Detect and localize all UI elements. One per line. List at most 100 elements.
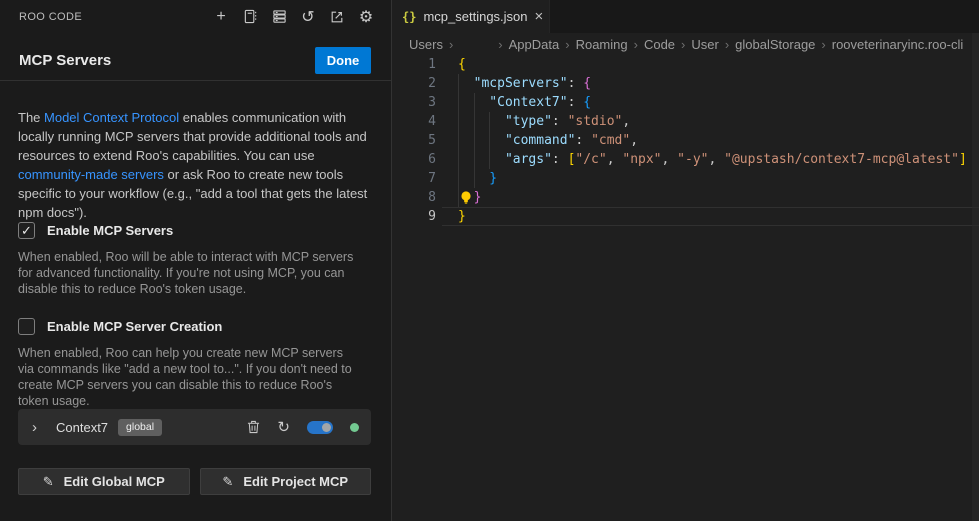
breadcrumb-separator: ›	[821, 37, 825, 52]
sidebar-toolbar: + ↺	[213, 9, 374, 25]
code-line[interactable]: 8 }	[392, 188, 979, 207]
mcp-intro-text: The Model Context Protocol enables commu…	[18, 108, 368, 222]
page-title: MCP Servers	[19, 52, 111, 69]
token: "-y"	[677, 152, 708, 167]
enable-mcp-servers-checkbox[interactable]: ✓	[18, 222, 35, 239]
token: {	[583, 95, 591, 110]
code-area: 1 { 2 "mcpServers": { 3 "Context7": { 4 …	[392, 55, 979, 226]
breadcrumb-segment[interactable]: User	[691, 37, 718, 52]
line-number: 1	[392, 57, 436, 72]
token: :	[552, 152, 568, 167]
code-line[interactable]: 5 "command": "cmd",	[392, 131, 979, 150]
new-task-plus-icon[interactable]: +	[213, 9, 229, 25]
enable-mcp-creation-checkbox[interactable]	[18, 318, 35, 335]
edit-global-mcp-label: Edit Global MCP	[64, 474, 165, 489]
gear-icon[interactable]: ⚙	[358, 9, 374, 25]
code-line[interactable]: 6 "args": ["/c", "npx", "-y", "@upstash/…	[392, 150, 979, 169]
breadcrumb-segment[interactable]: Roaming	[576, 37, 628, 52]
editor-tabbar: {} mcp_settings.json ×	[392, 0, 979, 33]
server-enabled-toggle[interactable]	[307, 421, 333, 434]
code-line[interactable]: 7 }	[392, 169, 979, 188]
notebook-prompts-icon[interactable]	[242, 9, 258, 25]
enable-mcp-servers-label: Enable MCP Servers	[47, 223, 173, 238]
edit-project-mcp-button[interactable]: ✎ Edit Project MCP	[200, 468, 372, 495]
done-button[interactable]: Done	[315, 47, 371, 74]
token: {	[583, 76, 591, 91]
toggle-knob	[322, 423, 331, 432]
indent-guide	[458, 150, 459, 169]
token: ]	[959, 152, 967, 167]
breadcrumb-segment[interactable]: rooveterinaryinc.roo-cli	[832, 37, 964, 52]
chevron-right-icon[interactable]: ›	[32, 420, 44, 435]
breadcrumb-separator: ›	[725, 37, 729, 52]
restart-server-refresh-icon[interactable]: ↻	[277, 418, 290, 436]
breadcrumb-segment[interactable]: AppData	[509, 37, 560, 52]
editor-pane: {} mcp_settings.json × Users › › AppData…	[392, 0, 979, 521]
token: :	[575, 133, 591, 148]
indent-guide	[474, 112, 475, 131]
mcp-servers-icon[interactable]	[271, 9, 287, 25]
line-number: 2	[392, 76, 436, 91]
community-made-servers-link[interactable]: community-made servers	[18, 167, 164, 182]
enable-mcp-creation-row: Enable MCP Server Creation	[18, 318, 222, 335]
roo-code-sidebar: ROO CODE +	[0, 0, 392, 521]
editor-scrollbar[interactable]	[972, 33, 979, 521]
token: "type"	[505, 114, 552, 129]
indent-guide	[458, 131, 459, 150]
line-number: 3	[392, 95, 436, 110]
line-number: 6	[392, 152, 436, 167]
tab-filename: mcp_settings.json	[423, 9, 527, 24]
enable-mcp-creation-description: When enabled, Roo can help you create ne…	[18, 345, 360, 409]
line-number: 4	[392, 114, 436, 129]
line-number: 5	[392, 133, 436, 148]
code-line[interactable]: 2 "mcpServers": {	[392, 74, 979, 93]
server-name: Context7	[56, 420, 108, 435]
server-status-indicator	[350, 423, 359, 432]
token: "@upstash/context7-mcp@latest"	[724, 152, 959, 167]
open-in-editor-icon[interactable]	[329, 9, 345, 25]
token: }	[458, 209, 466, 224]
indent-guide	[458, 74, 459, 93]
breadcrumb-segment[interactable]: globalStorage	[735, 37, 815, 52]
header-divider	[0, 80, 391, 81]
code-line[interactable]: 1 {	[392, 55, 979, 74]
token: ,	[630, 133, 638, 148]
breadcrumb-segment[interactable]: Users	[409, 37, 443, 52]
indent-guide	[489, 112, 490, 131]
token: ,	[622, 114, 630, 129]
code-line[interactable]: 3 "Context7": {	[392, 93, 979, 112]
token: "npx"	[622, 152, 661, 167]
indent-guide	[474, 169, 475, 188]
breadcrumb-separator: ›	[634, 37, 638, 52]
token: :	[568, 95, 584, 110]
history-icon[interactable]: ↺	[300, 9, 316, 25]
code-line-current[interactable]: 9 }	[392, 207, 979, 226]
breadcrumb-separator: ›	[449, 37, 453, 52]
token: [	[568, 152, 576, 167]
lightbulb-icon[interactable]	[459, 190, 473, 205]
breadcrumb-separator: ›	[498, 37, 502, 52]
indent-guide	[489, 131, 490, 150]
token: "cmd"	[591, 133, 630, 148]
tab-mcp-settings-json[interactable]: {} mcp_settings.json ×	[392, 0, 550, 33]
breadcrumb-segment[interactable]: Code	[644, 37, 675, 52]
mcp-edit-buttons: ✎ Edit Global MCP ✎ Edit Project MCP	[18, 468, 371, 495]
context7-server-row[interactable]: › Context7 global ↻	[18, 409, 371, 445]
edit-global-mcp-button[interactable]: ✎ Edit Global MCP	[18, 468, 190, 495]
tab-close-icon[interactable]: ×	[535, 8, 544, 25]
token: "Context7"	[489, 95, 567, 110]
code-line[interactable]: 4 "type": "stdio",	[392, 112, 979, 131]
enable-mcp-servers-row: ✓ Enable MCP Servers	[18, 222, 173, 239]
model-context-protocol-link[interactable]: Model Context Protocol	[44, 110, 179, 125]
mcp-header: MCP Servers Done	[0, 40, 391, 80]
delete-server-trash-icon[interactable]	[247, 420, 260, 434]
breadcrumb-separator: ›	[681, 37, 685, 52]
indent-guide	[458, 169, 459, 188]
roo-code-brand: ROO CODE	[19, 11, 82, 23]
token: "/c"	[575, 152, 606, 167]
token: {	[458, 57, 466, 72]
check-icon: ✓	[21, 223, 32, 239]
indent-guide	[458, 112, 459, 131]
line-number: 7	[392, 171, 436, 186]
line-number: 9	[392, 209, 436, 224]
